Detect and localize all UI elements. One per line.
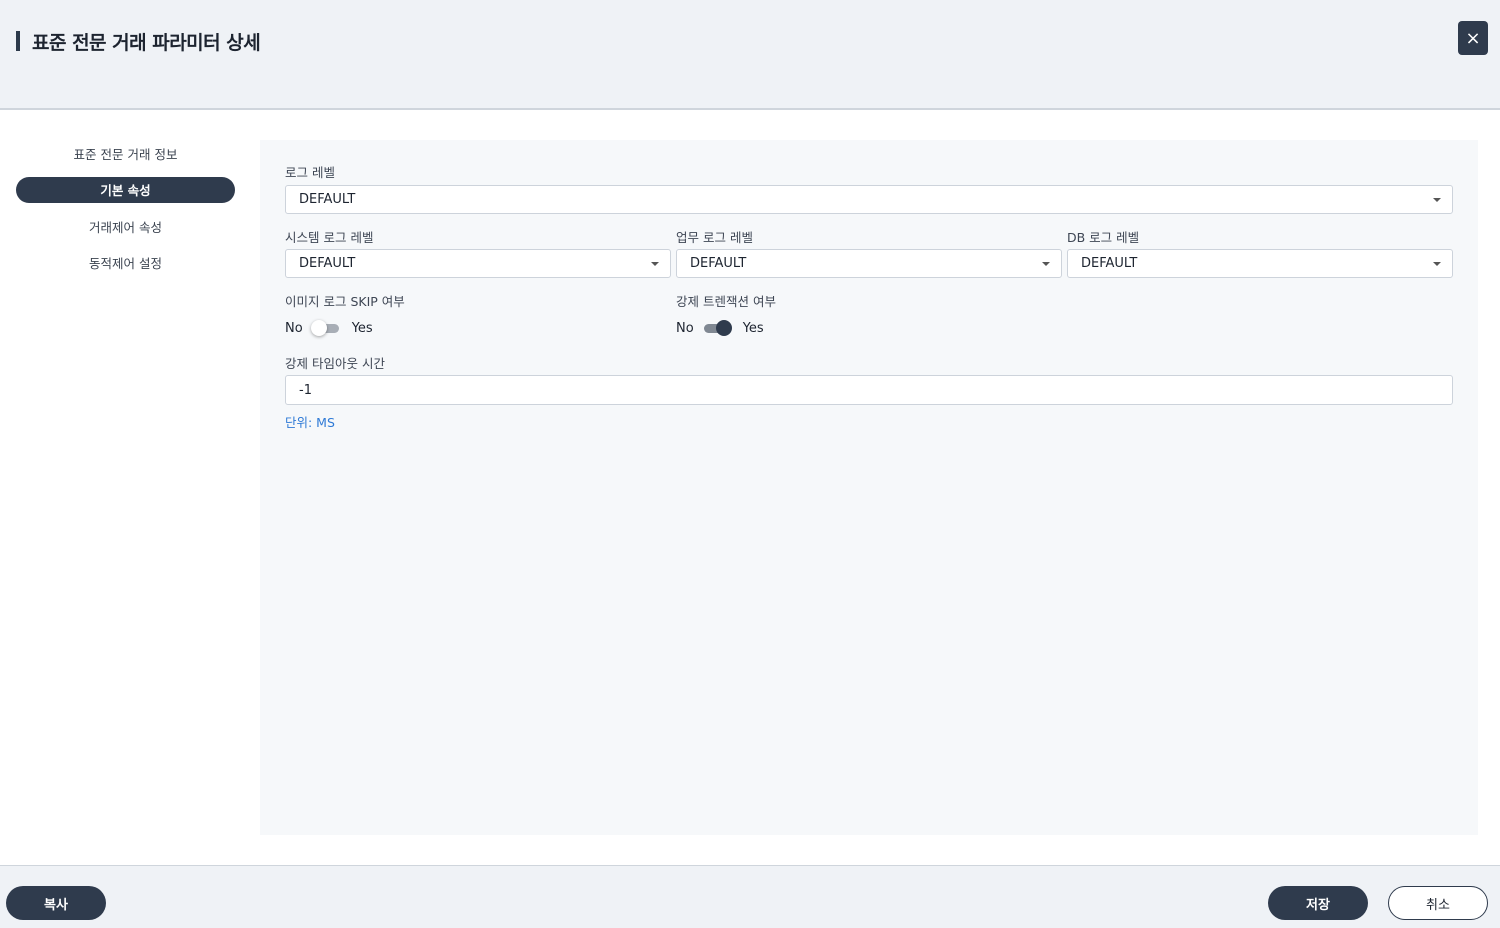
sidebar-item-label: 동적제어 설정 [89,256,162,271]
sidebar-item-dynamic-control[interactable]: 동적제어 설정 [16,250,235,276]
sidebar-item-transaction-control[interactable]: 거래제어 속성 [16,213,235,239]
toggle-no-label: No [676,320,694,336]
dialog-header: 표준 전문 거래 파라미터 상세 × [0,0,1500,110]
save-button[interactable]: 저장 [1268,886,1368,920]
title-accent-bar [16,31,20,51]
toggle-no-label: No [285,320,303,336]
cancel-button[interactable]: 취소 [1388,886,1488,920]
sidebar: 표준 전문 거래 정보 기본 속성 거래제어 속성 동적제어 설정 [16,140,235,286]
page-title: 표준 전문 거래 파라미터 상세 [32,32,261,54]
chevron-down-icon [1042,262,1050,266]
system-log-level-value: DEFAULT [299,256,356,271]
close-icon: × [1465,27,1481,49]
chevron-down-icon [651,262,659,266]
dialog-footer: 복사 저장 취소 [0,865,1500,928]
sidebar-item-basic-attributes[interactable]: 기본 속성 [16,176,235,203]
image-log-skip-toggle-row: No Yes [285,318,373,338]
force-timeout-label: 강제 타임아웃 시간 [285,356,385,371]
db-log-level-select[interactable]: DEFAULT [1067,249,1453,278]
switch-knob [715,320,732,336]
system-log-level-label: 시스템 로그 레벨 [285,230,374,245]
business-log-level-value: DEFAULT [690,256,747,271]
toggle-yes-label: Yes [351,320,373,336]
log-level-value: DEFAULT [299,192,356,207]
chevron-down-icon [1433,198,1441,202]
toggle-yes-label: Yes [742,320,764,336]
sidebar-item-label: 기본 속성 [100,183,151,198]
image-log-skip-label: 이미지 로그 SKIP 여부 [285,294,405,309]
log-level-select[interactable]: DEFAULT [285,185,1453,214]
sidebar-item-label: 거래제어 속성 [89,219,162,235]
db-log-level-label: DB 로그 레벨 [1067,230,1140,245]
close-button[interactable]: × [1458,21,1488,55]
business-log-level-select[interactable]: DEFAULT [676,249,1062,278]
force-transaction-toggle-row: No Yes [676,318,764,338]
timeout-unit-hint: 단위: MS [285,415,335,430]
force-transaction-switch[interactable] [702,318,732,338]
log-level-label: 로그 레벨 [285,165,335,180]
copy-button[interactable]: 복사 [6,886,106,920]
db-log-level-value: DEFAULT [1081,256,1138,271]
chevron-down-icon [1433,262,1441,266]
sidebar-item-transaction-info[interactable]: 표준 전문 거래 정보 [16,140,235,166]
system-log-level-select[interactable]: DEFAULT [285,249,671,278]
force-timeout-input[interactable] [285,375,1453,405]
sidebar-item-label: 표준 전문 거래 정보 [73,146,178,162]
business-log-level-label: 업무 로그 레벨 [676,230,753,245]
image-log-skip-switch[interactable] [310,318,341,338]
form-panel: 로그 레벨 DEFAULT 시스템 로그 레벨 DEFAULT 업무 로그 레벨… [260,140,1478,835]
force-transaction-label: 강제 트렌잭션 여부 [676,294,776,309]
switch-knob [310,320,327,336]
